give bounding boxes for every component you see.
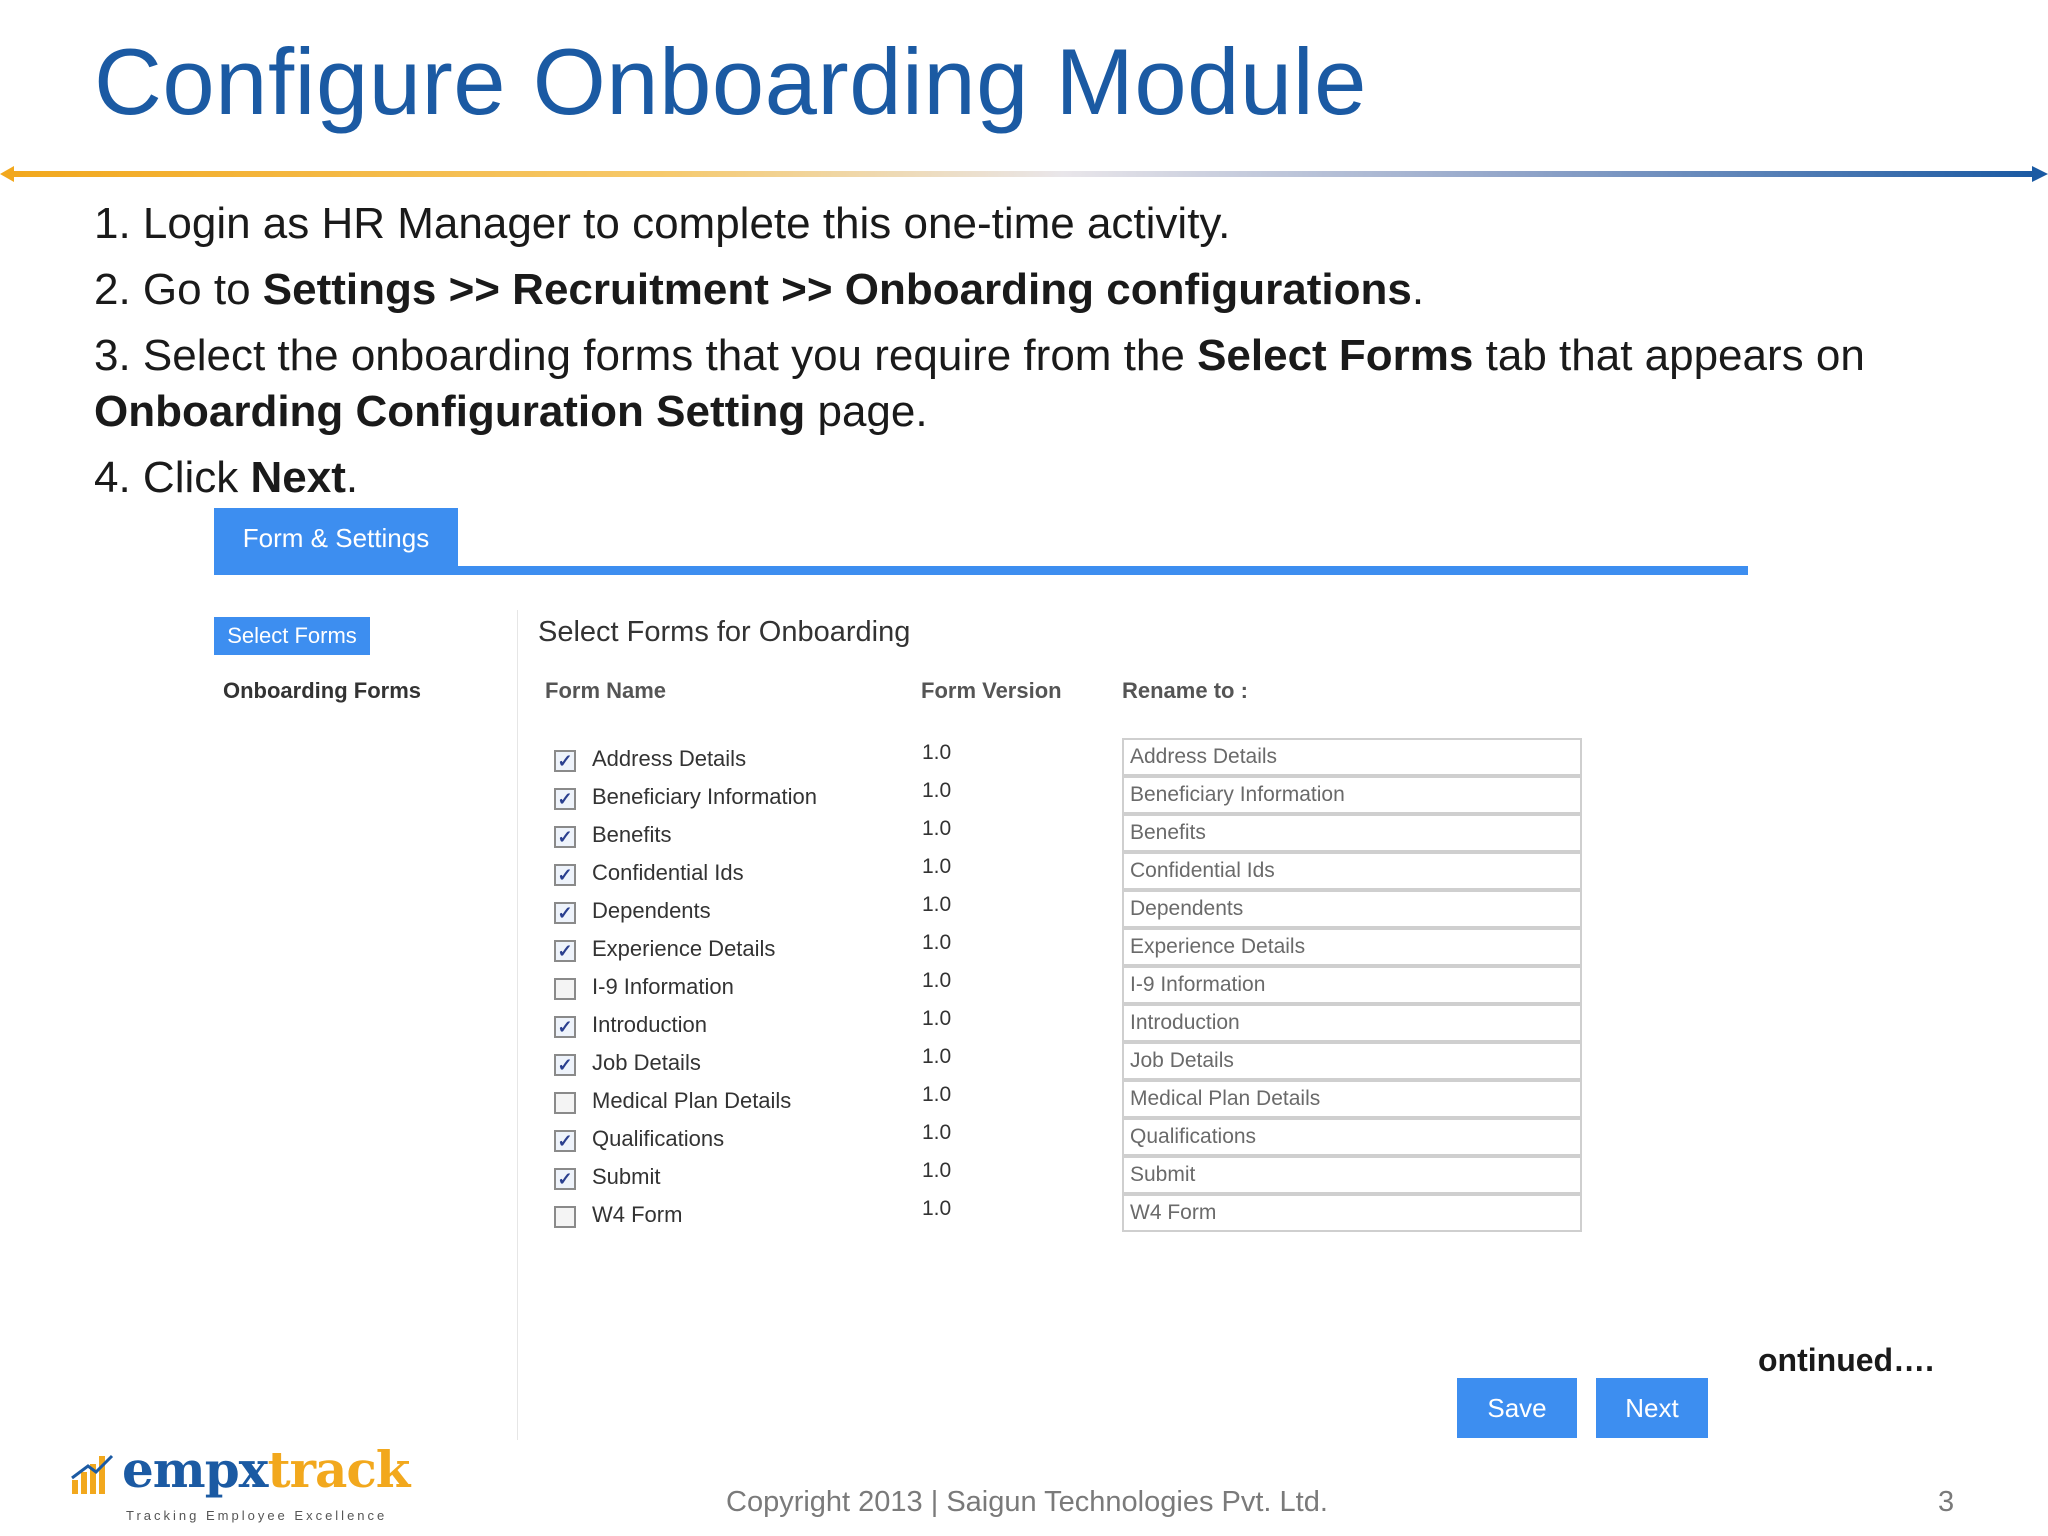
panel-divider <box>517 610 518 1440</box>
step-2: 2. Go to Settings >> Recruitment >> Onbo… <box>94 262 1994 318</box>
instruction-steps: 1. Login as HR Manager to complete this … <box>94 196 1994 516</box>
logo-mark-icon <box>71 1454 114 1494</box>
form-version: 1.0 <box>922 1045 952 1068</box>
form-checkbox[interactable]: ✓ <box>554 978 576 1000</box>
form-name: Benefits <box>592 822 672 847</box>
rename-input[interactable] <box>1122 1118 1582 1156</box>
rename-input[interactable] <box>1122 1156 1582 1194</box>
form-version: 1.0 <box>922 1007 952 1030</box>
form-version: 1.0 <box>922 1121 952 1144</box>
form-name: Qualifications <box>592 1126 725 1151</box>
form-name: Address Details <box>592 746 747 771</box>
form-version: 1.0 <box>922 969 952 992</box>
form-checkbox[interactable]: ✓ <box>554 864 576 886</box>
sidebar-item-select-forms[interactable]: Select Forms <box>214 617 370 655</box>
form-name: I-9 Information <box>592 974 734 999</box>
tab-form-settings[interactable]: Form & Settings <box>214 508 458 568</box>
step-3: 3. Select the onboarding forms that you … <box>94 328 1994 440</box>
step-bold-text: Next <box>250 453 346 502</box>
logo-word-part2: track <box>267 1440 411 1499</box>
rename-input[interactable] <box>1122 776 1582 814</box>
rename-input[interactable] <box>1122 966 1582 1004</box>
rename-input[interactable] <box>1122 1194 1582 1232</box>
save-button[interactable]: Save <box>1457 1378 1577 1438</box>
rename-input[interactable] <box>1122 814 1582 852</box>
form-checkbox[interactable]: ✓ <box>554 826 576 848</box>
form-name: Job Details <box>592 1050 701 1075</box>
divider-arrow-line <box>0 166 2048 182</box>
form-version: 1.0 <box>922 893 952 916</box>
rename-input[interactable] <box>1122 852 1582 890</box>
form-name: Dependents <box>592 898 711 923</box>
step-text: . <box>345 453 359 502</box>
step-bold-text: Onboarding Configuration Setting <box>94 387 806 436</box>
rename-input[interactable] <box>1122 1004 1582 1042</box>
column-header-rename: Rename to : <box>1122 678 1248 703</box>
sidebar-item-onboarding-forms[interactable]: Onboarding Forms <box>223 678 421 704</box>
footer-copyright: Copyright 2013 | Saigun Technologies Pvt… <box>726 1486 1328 1518</box>
form-row: ✓ W4 Form 1.0 <box>537 1194 1727 1244</box>
form-version: 1.0 <box>922 1197 952 1220</box>
step-text: page. <box>805 387 928 436</box>
form-version: 1.0 <box>922 817 952 840</box>
form-checkbox[interactable]: ✓ <box>554 1130 576 1152</box>
logo-tagline: Tracking Employee Excellence <box>126 1508 388 1523</box>
form-version: 1.0 <box>922 931 952 954</box>
config-panel: Select Forms Onboarding Forms Select For… <box>214 590 1748 1450</box>
tab-bar: Form & Settings <box>214 508 1748 576</box>
rename-input[interactable] <box>1122 890 1582 928</box>
step-bold-text: Select Forms <box>1197 331 1474 380</box>
form-version: 1.0 <box>922 1083 952 1106</box>
section-title: Select Forms for Onboarding <box>538 616 911 648</box>
form-name: Submit <box>592 1164 661 1189</box>
step-text: . <box>1411 265 1425 314</box>
step-1: 1. Login as HR Manager to complete this … <box>94 196 1994 252</box>
form-checkbox[interactable]: ✓ <box>554 750 576 772</box>
step-4: 4. Click Next. <box>94 450 1994 506</box>
continued-note: ontinued…. <box>1758 1342 1934 1378</box>
form-version: 1.0 <box>922 855 952 878</box>
tab-underline <box>214 566 1748 575</box>
form-name: Beneficiary Information <box>592 784 817 809</box>
column-header-form-version: Form Version <box>921 678 1062 703</box>
rename-input[interactable] <box>1122 738 1582 776</box>
column-header-form-name: Form Name <box>545 678 667 703</box>
slide-title: Configure Onboarding Module <box>94 29 1367 134</box>
form-checkbox[interactable]: ✓ <box>554 1054 576 1076</box>
step-text: 2. Go to <box>94 265 263 314</box>
forms-area: Select Forms for Onboarding Form Name Fo… <box>537 590 1727 1450</box>
form-version: 1.0 <box>922 779 952 802</box>
rename-input[interactable] <box>1122 1080 1582 1118</box>
logo-wordmark: empxtrack <box>122 1440 411 1499</box>
form-name: Medical Plan Details <box>592 1088 792 1113</box>
step-text: 3. Select the onboarding forms that you … <box>94 331 1198 380</box>
form-checkbox[interactable]: ✓ <box>554 1092 576 1114</box>
form-name: W4 Form <box>592 1202 683 1227</box>
rename-input[interactable] <box>1122 928 1582 966</box>
form-checkbox[interactable]: ✓ <box>554 902 576 924</box>
form-checkbox[interactable]: ✓ <box>554 1016 576 1038</box>
empxtrack-logo: empxtrack Tracking Employee Excellence <box>70 1440 410 1526</box>
form-checkbox[interactable]: ✓ <box>554 1168 576 1190</box>
logo-word-part1: empx <box>122 1440 268 1499</box>
step-text: 4. Click <box>94 453 251 502</box>
page-number: 3 <box>1938 1486 1955 1518</box>
step-text: tab that appears on <box>1473 331 1865 380</box>
step-bold-text: Settings >> Recruitment >> Onboarding co… <box>262 265 1412 314</box>
form-name: Confidential Ids <box>592 860 744 885</box>
form-checkbox[interactable]: ✓ <box>554 1206 576 1228</box>
next-button[interactable]: Next <box>1596 1378 1708 1438</box>
form-version: 1.0 <box>922 1159 952 1182</box>
form-version: 1.0 <box>922 741 952 764</box>
form-checkbox[interactable]: ✓ <box>554 788 576 810</box>
form-name: Introduction <box>592 1012 707 1037</box>
form-name: Experience Details <box>592 936 776 961</box>
rename-input[interactable] <box>1122 1042 1582 1080</box>
step-text: 1. Login as HR Manager to complete this … <box>94 199 1231 248</box>
form-checkbox[interactable]: ✓ <box>554 940 576 962</box>
